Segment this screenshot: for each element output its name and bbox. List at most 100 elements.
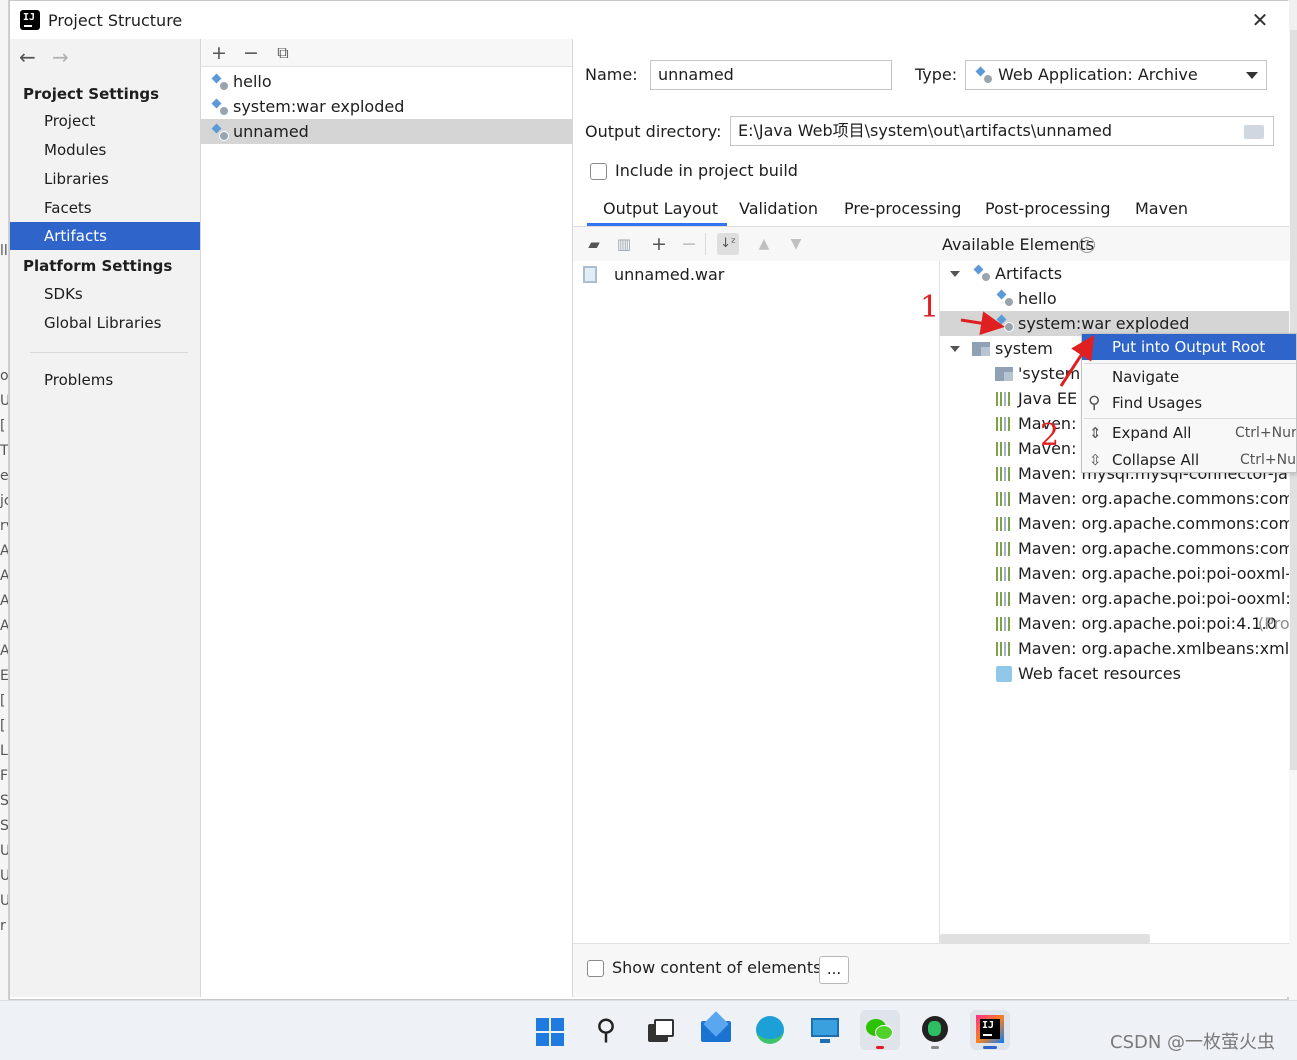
tree-label: Artifacts — [995, 264, 1063, 283]
sidebar-item-project[interactable]: Project — [10, 107, 200, 135]
chevron-down-icon — [1246, 72, 1258, 79]
tree-item[interactable]: Web facet resources — [940, 661, 1289, 686]
tree-item[interactable]: Maven: org.apache.xmlbeans:xmlbeans — [940, 636, 1289, 661]
close-icon[interactable]: ✕ — [1246, 7, 1274, 33]
active-tab-indicator — [587, 223, 727, 226]
artifact-icon — [211, 99, 229, 116]
sidebar-item-facets[interactable]: Facets — [10, 194, 200, 222]
evernote-icon[interactable] — [915, 1010, 955, 1050]
copy-icon[interactable]: ⧉ — [272, 42, 294, 64]
sidebar-item-modules[interactable]: Modules — [10, 136, 200, 164]
tree-item[interactable]: Maven: org.apache.commons:common — [940, 511, 1289, 536]
menu-item-put-into-output-root[interactable]: Put into Output Root — [1082, 334, 1296, 360]
bottom-bar: Show content of elements ... — [573, 943, 1289, 997]
forward-arrow-icon[interactable]: → — [52, 45, 69, 69]
name-field[interactable]: unnamed — [650, 60, 892, 90]
mail-icon[interactable] — [696, 1010, 736, 1050]
artifact-icon — [211, 124, 229, 141]
sidebar-item-global-libraries[interactable]: Global Libraries — [10, 309, 200, 337]
show-content-checkbox[interactable] — [587, 960, 604, 977]
list-item-selected[interactable]: unnamed — [201, 119, 572, 144]
annotation-number-2: 2 — [1040, 418, 1060, 453]
name-label: Name: — [585, 65, 638, 84]
remove-element-icon[interactable]: − — [678, 233, 700, 255]
annotation-number-1: 1 — [920, 290, 940, 325]
web-resources-icon — [996, 666, 1012, 682]
list-item[interactable]: system:war exploded — [201, 94, 572, 119]
help-icon[interactable]: ? — [1079, 237, 1095, 253]
war-file-icon — [583, 266, 597, 283]
list-item[interactable]: hello — [201, 69, 572, 94]
menu-item-collapse-all[interactable]: ⇳ Collapse All Ctrl+Nu — [1082, 447, 1296, 472]
available-elements-title: Available Elements — [942, 235, 1095, 254]
sidebar-item-libraries[interactable]: Libraries — [10, 165, 200, 193]
tab-validation[interactable]: Validation — [739, 199, 818, 218]
menu-item-navigate[interactable]: Navigate — [1082, 364, 1296, 390]
csdn-watermark: CSDN @一枚萤火虫 — [1110, 1032, 1276, 1053]
tree-item[interactable]: Maven: org.apache.poi:poi:4.1.0 (Proje — [940, 611, 1289, 636]
annotation-arrow-2 — [1059, 334, 1095, 387]
more-button[interactable]: ... — [819, 956, 849, 984]
toolbar-divider — [705, 233, 706, 255]
intellij-taskbar-icon[interactable]: IJ — [970, 1010, 1010, 1050]
sidebar-item-sdks[interactable]: SDKs — [10, 280, 200, 308]
type-label: Type: — [915, 65, 958, 84]
tab-maven[interactable]: Maven — [1135, 199, 1188, 218]
output-directory-label: Output directory: — [585, 122, 722, 141]
folder-icon[interactable] — [1244, 125, 1264, 139]
sidebar-divider — [30, 352, 188, 353]
tree-item[interactable]: Maven: org.apache.commons:common — [940, 536, 1289, 561]
tree-item[interactable]: hello — [940, 286, 1289, 311]
tab-post-processing[interactable]: Post-processing — [985, 199, 1110, 218]
platform-settings-header: Platform Settings — [23, 257, 173, 275]
tree-label: hello — [1018, 289, 1057, 308]
menu-item-expand-all[interactable]: ⇕ Expand All Ctrl+Nur — [1082, 420, 1297, 446]
include-in-build-label: Include in project build — [615, 161, 798, 180]
library-icon — [996, 567, 1012, 581]
tab-output-layout[interactable]: Output Layout — [603, 199, 718, 218]
menu-item-find-usages[interactable]: ⚲ Find Usages — [1082, 390, 1296, 416]
sort-icon[interactable]: ↓ᶻ — [717, 233, 739, 255]
search-icon[interactable]: ⚲ — [586, 1010, 626, 1050]
remote-desktop-icon[interactable] — [805, 1010, 845, 1050]
tree-item[interactable]: Maven: org.apache.commons:common — [940, 486, 1289, 511]
remove-icon[interactable]: − — [240, 42, 262, 64]
library-icon — [996, 542, 1012, 556]
tree-group-artifacts[interactable]: Artifacts — [940, 261, 1289, 286]
sidebar-item-artifacts[interactable]: Artifacts — [10, 222, 200, 250]
back-arrow-icon[interactable]: ← — [19, 45, 36, 69]
title-bar: IJ Project Structure ✕ — [10, 1, 1289, 39]
menu-shortcut: Ctrl+Nur — [1235, 425, 1297, 441]
tree-item[interactable]: Maven: org.apache.poi:poi-ooxml-sche — [940, 561, 1289, 586]
wechat-icon[interactable] — [860, 1010, 900, 1050]
tree-item[interactable]: Maven: org.apache.poi:poi-ooxml:4.1.0 — [940, 586, 1289, 611]
library-icon — [996, 617, 1012, 631]
tree-label: Web facet resources — [1018, 664, 1181, 683]
tree-label: Maven: org.apache.poi:poi-ooxml-sche — [1018, 564, 1289, 583]
output-directory-field[interactable]: E:\Java Web项目\system\out\artifacts\unnam… — [730, 116, 1274, 146]
task-view-icon[interactable] — [640, 1010, 680, 1050]
add-copy-icon[interactable]: + — [648, 233, 670, 255]
library-icon — [996, 467, 1012, 481]
sidebar-item-problems[interactable]: Problems — [10, 366, 200, 394]
tab-pre-processing[interactable]: Pre-processing — [844, 199, 961, 218]
artifact-icon — [211, 74, 229, 91]
horizontal-scrollbar[interactable] — [940, 934, 1150, 943]
type-select[interactable]: Web Application: Archive — [965, 60, 1267, 90]
include-in-build-checkbox[interactable] — [590, 163, 607, 180]
artifacts-icon — [973, 265, 991, 282]
collapse-all-icon: ⇳ — [1089, 451, 1102, 469]
output-layout-toolbar: ▰ ▥ + − ↓ᶻ ▲ ▼ — [573, 227, 940, 261]
edge-icon[interactable] — [750, 1010, 790, 1050]
artifact-label: hello — [233, 72, 272, 91]
move-up-icon[interactable]: ▲ — [753, 233, 775, 255]
artifacts-toolbar: + − ⧉ — [201, 39, 572, 67]
start-icon[interactable] — [530, 1010, 570, 1050]
tree-label: Maven: org.apache.commons:common — [1018, 489, 1289, 508]
archive-icon[interactable]: ▥ — [613, 233, 635, 255]
output-root-item[interactable]: unnamed.war — [614, 265, 724, 284]
move-down-icon[interactable]: ▼ — [785, 233, 807, 255]
add-icon[interactable]: + — [208, 42, 230, 64]
menu-label: Collapse All — [1112, 451, 1200, 469]
new-folder-icon[interactable]: ▰ — [583, 233, 605, 255]
